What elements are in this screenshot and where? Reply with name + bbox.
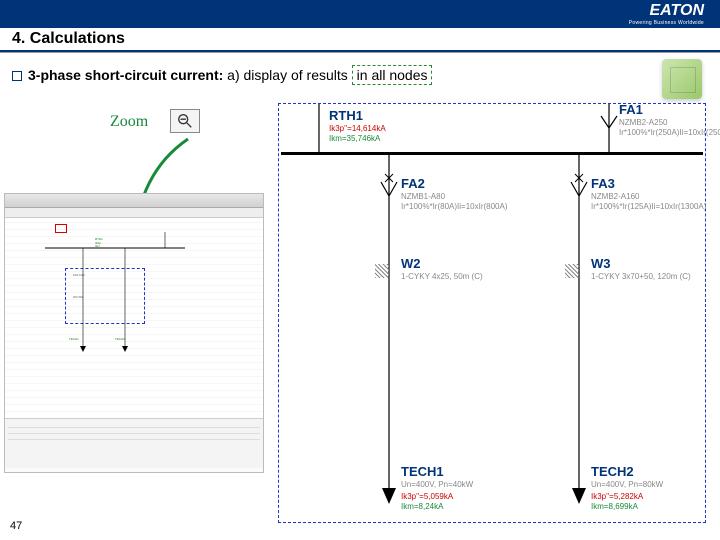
node-rth1-label: RTH1 [329,108,363,123]
node-tech2-results: Ik3p''=5,282kA Ikm=8,699kA [591,492,643,513]
node-fa2-info: NZMB1-A80 Ir*100%*Ir(80A)Ii=10xIr(800A) [401,192,508,213]
cable-hatch-icon [565,264,579,278]
calc-3d-icon [662,59,702,99]
bullet-boxed: in all nodes [352,65,433,85]
app-thumbnail: RTH1Ik3pIkm FA2 FA3 W2 W3 TECH1 TECH2 [4,193,264,473]
content: 3-phase short-circuit current: a) displa… [0,53,720,539]
thumb-statusbar [5,418,263,468]
bullet-square-icon [12,71,22,81]
brand-bar: EATON Powering Business Worldwide [0,0,720,28]
bullet-line: 3-phase short-circuit current: a) displa… [12,67,708,83]
node-w3-label: W3 [591,256,611,271]
magnifier-minus-icon[interactable] [170,109,200,133]
bullet-lead: 3-phase short-circuit current: [28,67,223,83]
thumb-canvas: RTH1Ik3pIkm FA2 FA3 W2 W3 TECH1 TECH2 [5,218,263,418]
node-tech2-label: TECH2 [591,464,634,479]
node-fa1-info: NZMB2-A250 Ir*100%*Ir(250A)Ii=10xIr(2500… [619,118,720,139]
node-tech1-spec: Un=400V, Pn=40kW [401,480,473,490]
section-header: 4. Calculations [0,28,720,52]
zoom-label: Zoom [110,113,148,131]
node-tech1-label: TECH1 [401,464,444,479]
node-tech1-results: Ik3p''=5,059kA Ikm=8,24kA [401,492,453,513]
thumb-titlebar [5,194,263,208]
node-tech2-spec: Un=400V, Pn=80kW [591,480,663,490]
brand-logo: EATON [649,2,704,20]
zoomed-diagram: RTH1 Ik3p''=14,614kA Ikm=35,746kA FA1 NZ… [278,103,706,523]
node-fa1-label: FA1 [619,102,643,117]
node-fa3-label: FA3 [591,176,615,191]
node-fa2-label: FA2 [401,176,425,191]
node-w2-label: W2 [401,256,421,271]
diagram-svg [279,104,705,522]
node-rth1-results: Ik3p''=14,614kA Ikm=35,746kA [329,124,386,145]
thumb-toolbar [5,208,263,218]
node-fa3-info: NZMB2-A160 Ir*100%*Ir(125A)Ii=10xIr(1300… [591,192,706,213]
bullet-part-a: a) display of results [227,67,348,83]
page-number: 47 [10,520,22,532]
cable-hatch-icon [375,264,389,278]
node-w3-info: 1-CYKY 3x70+50, 120m (C) [591,272,691,282]
brand-tagline: Powering Business Worldwide [629,20,704,26]
section-title: 4. Calculations [12,30,125,48]
node-w2-info: 1-CYKY 4x25, 50m (C) [401,272,483,282]
